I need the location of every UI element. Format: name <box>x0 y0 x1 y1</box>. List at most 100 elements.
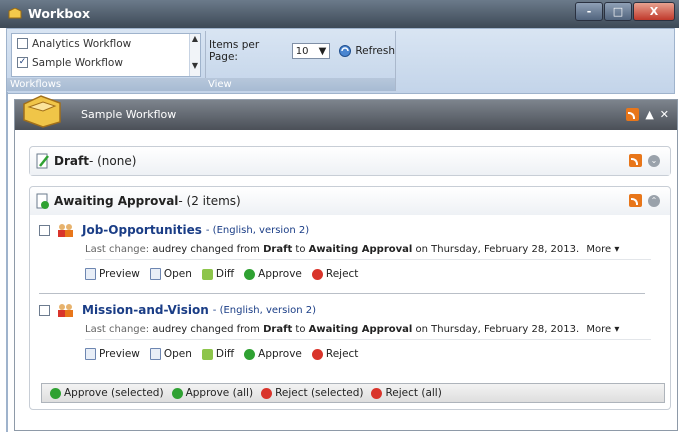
approve-selected-button[interactable]: Approve (selected) <box>50 387 164 399</box>
preview-icon <box>85 348 96 360</box>
edit-document-icon <box>36 153 49 169</box>
open-icon <box>149 268 161 280</box>
collapse-icon[interactable]: ▲ <box>645 108 653 121</box>
refresh-icon <box>339 45 352 57</box>
draft-section-count: - (none) <box>88 154 137 168</box>
reject-all-button[interactable]: Reject (all) <box>371 387 442 399</box>
draft-section-controls: ⌄ <box>629 154 660 167</box>
awaiting-section-count: - (2 items) <box>178 194 241 208</box>
item-select-checkbox[interactable] <box>39 224 50 236</box>
more-menu[interactable]: More ▾ <box>586 324 619 335</box>
collapse-section-icon[interactable]: ⌃ <box>648 194 660 207</box>
approve-icon <box>244 348 256 360</box>
item-select-checkbox[interactable] <box>39 304 50 316</box>
preview-icon <box>85 268 96 280</box>
title-bar: Workbox - □ X <box>0 0 679 28</box>
workflow-item-analytics[interactable]: Analytics Workflow <box>12 34 200 53</box>
more-menu[interactable]: More ▾ <box>586 244 619 255</box>
reject-button[interactable]: Reject <box>311 348 358 360</box>
panel-header: Sample Workflow ▲ ✕ <box>15 95 677 130</box>
scroll-down-icon[interactable]: ▼ <box>190 61 200 70</box>
reject-icon <box>371 387 383 399</box>
draft-section-header: Draft - (none) ⌄ <box>30 147 670 175</box>
approve-button[interactable]: Approve <box>244 268 302 280</box>
scroll-up-icon[interactable]: ▲ <box>190 34 200 43</box>
workbox-window: Workbox - □ X Analytics Workflow Sample … <box>0 0 679 433</box>
users-icon <box>58 304 73 317</box>
sample-workflow-label: Sample Workflow <box>32 56 123 69</box>
bulk-actions-bar: Approve (selected) Approve (all) Reject … <box>41 383 665 403</box>
window-controls: - □ X <box>574 2 675 21</box>
draft-section: Draft - (none) ⌄ <box>29 146 671 176</box>
reject-icon <box>261 387 273 399</box>
item-title-link[interactable]: Job-Opportunities <box>82 223 202 237</box>
minimize-button[interactable]: - <box>575 2 603 21</box>
item-meta: - (English, version 2) <box>205 224 310 236</box>
rss-icon[interactable] <box>626 108 640 121</box>
draft-section-title: Draft <box>54 154 89 168</box>
preview-button[interactable]: Preview <box>85 268 140 280</box>
item-actions: Preview Open Diff Approve Reject <box>85 260 639 280</box>
reject-button[interactable]: Reject <box>311 268 358 280</box>
close-window-button[interactable]: X <box>633 2 675 21</box>
workflow-panel: Sample Workflow ▲ ✕ Draft - (none) ⌄ Awa… <box>14 95 678 431</box>
pending-document-icon <box>36 193 49 209</box>
list-item: Job-Opportunities - (English, version 2)… <box>39 220 651 280</box>
preview-button[interactable]: Preview <box>85 348 140 360</box>
maximize-button[interactable]: □ <box>604 2 632 21</box>
open-button[interactable]: Open <box>149 348 192 360</box>
rss-icon[interactable] <box>629 154 642 167</box>
analytics-workflow-label: Analytics Workflow <box>32 37 132 50</box>
approve-icon <box>171 387 183 399</box>
item-last-change: Last change: audrey changed from Draft t… <box>85 240 651 260</box>
awaiting-section-controls: ⌃ <box>629 194 660 207</box>
view-controls: Items per Page: 10 ▼ Refresh <box>209 39 395 63</box>
workbox-app-icon <box>8 8 22 19</box>
open-icon <box>149 348 161 360</box>
approve-icon <box>50 387 61 399</box>
list-item: Mission-and-Vision - (English, version 2… <box>39 300 651 360</box>
items-per-page-select[interactable]: 10 ▼ <box>291 43 331 59</box>
item-header: Mission-and-Vision - (English, version 2… <box>39 300 639 320</box>
analytics-workflow-checkbox[interactable] <box>17 38 28 49</box>
approve-button[interactable]: Approve <box>244 348 302 360</box>
view-group-label: View <box>205 78 395 91</box>
workflows-list: Analytics Workflow Sample Workflow ▲ ▼ <box>11 33 201 77</box>
users-icon <box>58 224 73 237</box>
left-edge-divider <box>6 92 8 432</box>
item-header: Job-Opportunities - (English, version 2) <box>39 220 639 240</box>
open-button[interactable]: Open <box>149 268 192 280</box>
items-per-page-label: Items per Page: <box>209 39 260 63</box>
view-group: Items per Page: 10 ▼ Refresh View <box>205 31 396 91</box>
reject-icon <box>311 268 323 280</box>
ribbon: Analytics Workflow Sample Workflow ▲ ▼ W… <box>6 28 675 94</box>
approve-all-button[interactable]: Approve (all) <box>171 387 253 399</box>
panel-header-controls: ▲ ✕ <box>626 108 669 121</box>
awaiting-section-header: Awaiting Approval - (2 items) ⌃ <box>30 187 670 215</box>
sample-workflow-checkbox[interactable] <box>17 57 28 68</box>
item-divider <box>39 293 645 294</box>
diff-button[interactable]: Diff <box>201 268 234 280</box>
panel-title: Sample Workflow <box>81 108 177 121</box>
chevron-down-icon: ▼ <box>318 45 327 57</box>
refresh-button[interactable]: Refresh <box>338 44 395 58</box>
close-icon[interactable]: ✕ <box>660 108 669 121</box>
expand-icon[interactable]: ⌄ <box>648 154 660 167</box>
workflow-item-sample[interactable]: Sample Workflow <box>12 53 200 72</box>
diff-icon <box>201 348 213 360</box>
diff-button[interactable]: Diff <box>201 348 234 360</box>
item-title-link[interactable]: Mission-and-Vision <box>82 303 209 317</box>
item-meta: - (English, version 2) <box>212 304 317 316</box>
item-last-change: Last change: audrey changed from Draft t… <box>85 320 651 340</box>
window-title: Workbox <box>28 6 91 21</box>
reject-selected-button[interactable]: Reject (selected) <box>261 387 363 399</box>
folder-icon <box>23 95 61 128</box>
workflows-group: Analytics Workflow Sample Workflow ▲ ▼ W… <box>7 31 206 91</box>
workflows-scrollbar[interactable]: ▲ ▼ <box>189 34 200 76</box>
workflows-group-label: Workflows <box>7 78 205 91</box>
rss-icon[interactable] <box>629 194 642 207</box>
awaiting-section-title: Awaiting Approval <box>54 194 179 208</box>
item-actions: Preview Open Diff Approve Reject <box>85 340 639 360</box>
reject-icon <box>311 348 323 360</box>
approve-icon <box>244 268 256 280</box>
